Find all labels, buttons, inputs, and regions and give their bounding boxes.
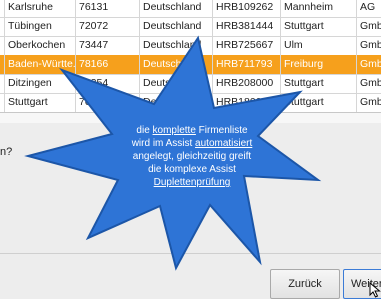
table-row[interactable]: Ditzingen 71254 Deutschland HRB208000 Stuttg… — [0, 74, 381, 94]
callout-line-5: Duplettenprüfung — [130, 176, 254, 189]
cell-zip: 73447 — [76, 36, 140, 55]
cell-zip: 78166 — [76, 55, 140, 74]
cell-reg: HRB109262 — [213, 0, 281, 17]
cell-zip: 71254 — [76, 74, 140, 93]
cell-city: Tübingen — [5, 17, 76, 36]
back-button-label: Zurück — [288, 278, 322, 290]
company-table: Karlsruhe 76131 Deutschland HRB109262 Mannhe… — [0, 0, 381, 112]
cell-form: GmbH — [360, 58, 381, 70]
cell-country: Deutschland — [140, 0, 213, 17]
callout-line-2: wird im Assist automatisiert — [131, 138, 253, 149]
dialog-divider — [0, 253, 381, 254]
table-row[interactable]: Tübingen 72072 Deutschland HRB381444 Stuttga… — [0, 17, 381, 37]
cell-court: Stuttgart — [281, 74, 357, 93]
cell-form: GmbH — [360, 39, 381, 51]
cell-reg: HRB381444 — [213, 17, 281, 36]
cell-city: Oberkochen — [5, 36, 76, 55]
back-button[interactable]: Zurück — [270, 269, 340, 299]
cell-city: Stuttgart — [5, 93, 76, 112]
cell-city: Karlsruhe — [5, 0, 76, 17]
cell-reg: HRB711793 — [213, 55, 281, 74]
table-row[interactable]: Stuttgart 70565 Deutschland HRB18000 Stuttga… — [0, 93, 381, 112]
cell-form: GmbH — [360, 96, 381, 108]
cell-reg: HRB208000 — [213, 74, 281, 93]
table-row[interactable]: Oberkochen 73447 Deutschland HRB725667 Ulm Gm… — [0, 36, 381, 56]
cell-zip: 76131 — [76, 0, 140, 17]
callout-text: die komplette Firmenliste wird im Assist… — [130, 124, 254, 189]
link-komplette: komplette — [152, 125, 196, 136]
cell-country: Deutschland — [140, 74, 213, 93]
cell-country: Deutschland — [140, 17, 213, 36]
cell-country: Deutschland — [140, 55, 213, 74]
cell-city: Ditzingen — [5, 74, 76, 93]
cell-form: GmbH — [360, 20, 381, 32]
link-duplettenpruefung: Duplettenprüfung — [153, 177, 231, 188]
cell-zip: 70565 — [76, 93, 140, 112]
cell-reg: HRB725667 — [213, 36, 281, 55]
table-row[interactable]: Karlsruhe 76131 Deutschland HRB109262 Mannhe… — [0, 0, 381, 18]
cell-court: Ulm — [281, 36, 357, 55]
cell-country: Deutschland — [140, 36, 213, 55]
cell-country: Deutschland — [140, 93, 213, 112]
table-row[interactable]: Baden-Württe... 78166 Deutschland HRB711793… — [0, 55, 381, 75]
cell-court: Stuttgart — [281, 17, 357, 36]
cell-city: Baden-Württe... — [5, 55, 76, 74]
mouse-cursor-icon — [369, 282, 381, 298]
link-automatisiert: automatisiert — [195, 138, 253, 149]
table-bottom-border — [0, 112, 381, 123]
dialog-question-text: n? — [0, 146, 13, 158]
cell-court: Mannheim — [281, 0, 357, 17]
cell-court: Freiburg — [281, 55, 357, 74]
cell-reg: HRB18000 — [213, 93, 281, 112]
callout-line-1: die komplette Firmenliste — [136, 125, 248, 136]
cell-court: Stuttgart — [281, 93, 357, 112]
cell-form: GmbH — [360, 77, 381, 89]
cell-form: AG — [360, 1, 376, 13]
cell-zip: 72072 — [76, 17, 140, 36]
callout-line-3: angelegt, gleichzeitig greift — [132, 151, 252, 162]
callout-line-4: die komplexe Assist — [148, 164, 236, 175]
